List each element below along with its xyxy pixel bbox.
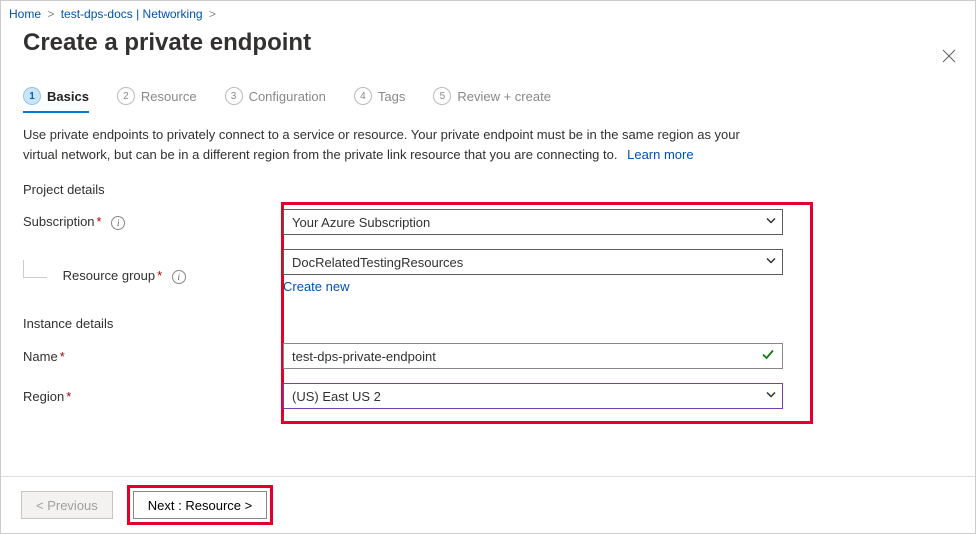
tab-label: Resource xyxy=(141,89,197,104)
section-project-details: Project details xyxy=(23,182,953,197)
chevron-down-icon xyxy=(765,389,777,404)
tab-label: Review + create xyxy=(457,89,551,104)
chevron-down-icon xyxy=(765,215,777,230)
annotation-highlight: Next : Resource > xyxy=(127,485,273,525)
name-input[interactable]: test-dps-private-endpoint xyxy=(283,343,783,369)
step-number-icon: 3 xyxy=(225,87,243,105)
info-icon[interactable]: i xyxy=(111,216,125,230)
tab-review-create[interactable]: 5 Review + create xyxy=(433,87,551,113)
step-number-icon: 2 xyxy=(117,87,135,105)
label-name: Name* xyxy=(23,349,283,364)
tab-tags[interactable]: 4 Tags xyxy=(354,87,405,113)
chevron-down-icon xyxy=(765,255,777,270)
create-new-link[interactable]: Create new xyxy=(283,279,349,294)
section-instance-details: Instance details xyxy=(23,316,953,331)
checkmark-icon xyxy=(761,348,775,365)
previous-button: < Previous xyxy=(21,491,113,519)
wizard-tabs: 1 Basics 2 Resource 3 Configuration 4 Ta… xyxy=(23,87,953,113)
region-dropdown[interactable]: (US) East US 2 xyxy=(283,383,783,409)
intro-text: Use private endpoints to privately conne… xyxy=(23,125,743,164)
step-number-icon: 4 xyxy=(354,87,372,105)
learn-more-link[interactable]: Learn more xyxy=(627,147,693,162)
tab-basics[interactable]: 1 Basics xyxy=(23,87,89,113)
breadcrumb-home[interactable]: Home xyxy=(9,7,41,21)
subscription-dropdown[interactable]: Your Azure Subscription xyxy=(283,209,783,235)
wizard-footer: < Previous Next : Resource > xyxy=(1,476,975,533)
tab-resource[interactable]: 2 Resource xyxy=(117,87,197,113)
next-button[interactable]: Next : Resource > xyxy=(133,491,267,519)
breadcrumb-resource[interactable]: test-dps-docs | Networking xyxy=(61,7,203,21)
step-number-icon: 5 xyxy=(433,87,451,105)
tab-configuration[interactable]: 3 Configuration xyxy=(225,87,326,113)
info-icon[interactable]: i xyxy=(172,270,186,284)
chevron-right-icon: > xyxy=(206,7,219,21)
step-number-icon: 1 xyxy=(23,87,41,105)
tab-label: Basics xyxy=(47,89,89,104)
page-title: Create a private endpoint xyxy=(23,29,311,57)
label-resource-group: Resource group* i xyxy=(23,260,283,284)
label-region: Region* xyxy=(23,389,283,404)
tab-label: Configuration xyxy=(249,89,326,104)
close-icon[interactable] xyxy=(937,44,961,68)
tab-label: Tags xyxy=(378,89,405,104)
chevron-right-icon: > xyxy=(44,7,57,21)
label-subscription: Subscription* i xyxy=(23,214,283,230)
resource-group-dropdown[interactable]: DocRelatedTestingResources xyxy=(283,249,783,275)
breadcrumb: Home > test-dps-docs | Networking > xyxy=(1,1,975,21)
tree-connector-icon xyxy=(23,260,47,278)
